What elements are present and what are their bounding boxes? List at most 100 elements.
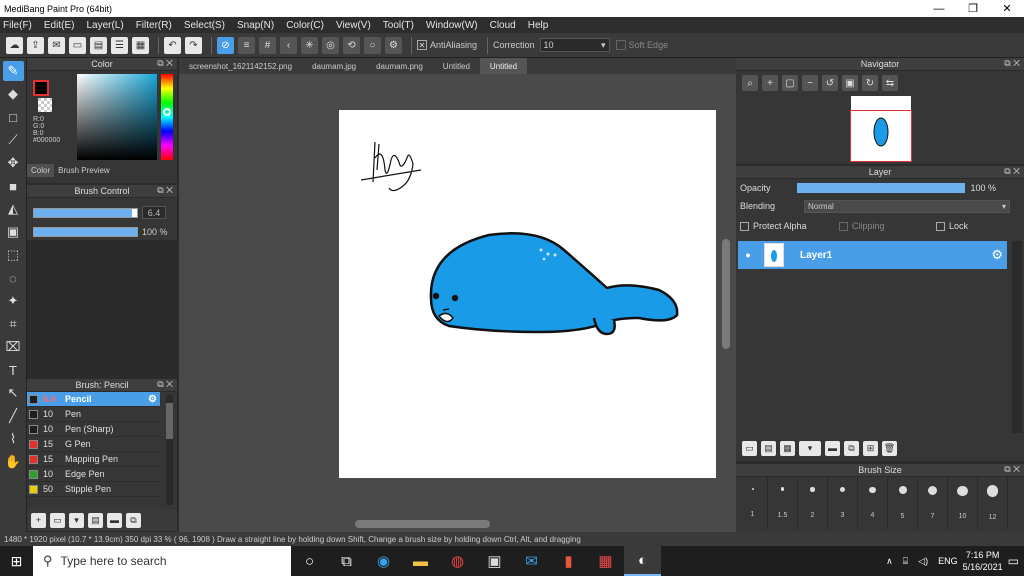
protect-alpha-checkbox[interactable]: [740, 221, 749, 231]
new-8bit-layer-icon[interactable]: ▦: [780, 440, 795, 456]
edge-browser-icon[interactable]: ◉: [365, 546, 402, 576]
select-eraser-tool-icon[interactable]: ⌧: [3, 337, 24, 357]
cloud-icon[interactable]: ☁: [6, 36, 23, 54]
background-color-swatch[interactable]: [38, 98, 52, 112]
panel-float-close-icon[interactable]: ⧉ ✕: [157, 58, 173, 69]
delete-layer-icon[interactable]: 🗑: [882, 440, 897, 456]
brush-item[interactable]: 50 Stipple Pen: [27, 482, 160, 497]
brush-item[interactable]: 6.4 Pencil ⚙: [27, 392, 160, 407]
soft-edge-checkbox[interactable]: [615, 40, 626, 50]
brush-size-value[interactable]: 6.4: [142, 206, 166, 219]
dot-tool-icon[interactable]: ⟋: [3, 130, 24, 150]
vanishing-snap-icon[interactable]: ‹: [280, 36, 297, 54]
eraser-tool-icon[interactable]: ◆: [3, 84, 24, 104]
antialiasing-checkbox[interactable]: ✕: [417, 40, 427, 50]
store-icon[interactable]: ▣: [476, 546, 513, 576]
message-icon[interactable]: ▭: [69, 36, 86, 54]
cross-snap-icon[interactable]: #: [259, 36, 276, 54]
panel-float-close-icon[interactable]: ⧉ ✕: [1004, 166, 1020, 177]
canvas-area[interactable]: screenshot_1621142152.png daumam.jpg dau…: [179, 58, 736, 532]
tab-document[interactable]: daumam.jpg: [302, 58, 366, 74]
office-icon[interactable]: ▮: [550, 546, 587, 576]
brush-size-option[interactable]: 5: [888, 477, 918, 529]
text-tool-icon[interactable]: T: [3, 360, 24, 380]
folder-icon[interactable]: ▬: [107, 512, 122, 528]
brush-item[interactable]: 10 Edge Pen: [27, 467, 160, 482]
new-brush-icon[interactable]: ▭: [50, 512, 65, 528]
duplicate-icon[interactable]: ⧉: [126, 512, 141, 528]
clipping-checkbox[interactable]: [839, 221, 848, 231]
duplicate-layer-icon[interactable]: ⧉: [844, 440, 859, 456]
close-button[interactable]: ✕: [990, 0, 1024, 17]
hue-slider[interactable]: [161, 74, 173, 160]
clock[interactable]: 7:16 PM 5/16/2021: [963, 549, 1003, 573]
copy-brush-icon[interactable]: ▤: [88, 512, 103, 528]
menu-cloud[interactable]: Cloud: [490, 20, 516, 31]
lock-checkbox[interactable]: [936, 221, 945, 231]
brush-size-slider[interactable]: [33, 207, 138, 218]
actual-size-icon[interactable]: ▣: [842, 75, 858, 91]
brush-size-option[interactable]: 7: [918, 477, 948, 529]
fit-icon[interactable]: ▢: [782, 75, 798, 91]
tab-brush-preview[interactable]: Brush Preview: [54, 164, 114, 177]
redo-icon[interactable]: ↷: [185, 36, 202, 54]
brush-opacity-slider[interactable]: [33, 227, 138, 237]
list-icon[interactable]: ☰: [111, 36, 128, 54]
undo-icon[interactable]: ↶: [164, 36, 181, 54]
comment-icon[interactable]: ✉: [48, 36, 65, 54]
saturation-value-field[interactable]: [77, 74, 157, 160]
brush-item[interactable]: 15 Mapping Pen: [27, 452, 160, 467]
minimize-button[interactable]: —: [922, 0, 956, 17]
new-halftone-layer-icon[interactable]: ▤: [761, 440, 776, 456]
no-snap-icon[interactable]: ⊘: [217, 36, 234, 54]
menu-snap[interactable]: Snap(N): [237, 20, 274, 31]
fill-shape-tool-icon[interactable]: ■: [3, 176, 24, 196]
folder-icon[interactable]: ▬: [825, 440, 840, 456]
add-layer-menu-icon[interactable]: ▾: [799, 440, 821, 456]
menu-edit[interactable]: Edit(E): [44, 20, 75, 31]
canvas-vertical-scrollbar[interactable]: [720, 74, 732, 518]
brush-tool-icon[interactable]: ✎: [2, 61, 24, 81]
rectangle-tool-icon[interactable]: □: [3, 107, 24, 127]
layer-row-layer1[interactable]: ● Layer1 ⚙: [738, 241, 1007, 269]
operation-tool-icon[interactable]: ↖: [3, 383, 24, 403]
grid-icon[interactable]: ▦: [132, 36, 149, 54]
snap-settings-icon[interactable]: ⚙: [385, 36, 402, 54]
correction-select[interactable]: 10 ▾: [539, 38, 610, 52]
navigator-viewport-frame[interactable]: [850, 110, 912, 162]
layer-opacity-slider[interactable]: [796, 183, 965, 193]
panel-float-close-icon[interactable]: ⧉ ✕: [1004, 58, 1020, 69]
brush-size-option[interactable]: 10: [948, 477, 978, 529]
taskbar-search-box[interactable]: ⚲ Type here to search: [33, 546, 291, 576]
brush-settings-icon[interactable]: ▾: [69, 512, 84, 528]
chevron-up-icon[interactable]: ∧: [886, 556, 893, 567]
language-indicator[interactable]: ENG: [938, 556, 958, 566]
brush-size-option[interactable]: 1.5: [768, 477, 798, 529]
brush-item[interactable]: 10 Pen (Sharp): [27, 422, 160, 437]
menu-filter[interactable]: Filter(R): [136, 20, 172, 31]
panel-float-close-icon[interactable]: ⧉ ✕: [157, 185, 173, 196]
chrome-icon[interactable]: ◍: [439, 546, 476, 576]
gradient-tool-icon[interactable]: ▣: [3, 222, 24, 242]
parallel-snap-icon[interactable]: ≡: [238, 36, 255, 54]
panel-float-close-icon[interactable]: ⧉ ✕: [1004, 464, 1020, 475]
task-view-icon[interactable]: ⧉: [328, 546, 365, 576]
select-tool-icon[interactable]: ⬚: [3, 245, 24, 265]
flip-icon[interactable]: ⇆: [882, 75, 898, 91]
brush-size-option[interactable]: 1: [738, 477, 768, 529]
panel-float-close-icon[interactable]: ⧉ ✕: [157, 379, 173, 390]
brush-size-option[interactable]: 4: [858, 477, 888, 529]
mail-icon[interactable]: ✉: [513, 546, 550, 576]
tab-document[interactable]: screenshot_1621142152.png: [179, 58, 302, 74]
blending-select[interactable]: Normal ▾: [804, 199, 1011, 213]
tab-document[interactable]: Untitled: [433, 58, 480, 74]
magic-wand-tool-icon[interactable]: ✦: [3, 291, 24, 311]
drawing-canvas[interactable]: [339, 110, 716, 478]
move-tool-icon[interactable]: ✥: [3, 153, 24, 173]
radial-snap-icon[interactable]: ✳: [301, 36, 318, 54]
menu-layer[interactable]: Layer(L): [86, 20, 123, 31]
merge-layer-icon[interactable]: ⊞: [863, 440, 878, 456]
file-explorer-icon[interactable]: ▬: [402, 546, 439, 576]
share-icon[interactable]: ⇪: [27, 36, 44, 54]
tab-document-active[interactable]: Untitled: [479, 58, 528, 74]
